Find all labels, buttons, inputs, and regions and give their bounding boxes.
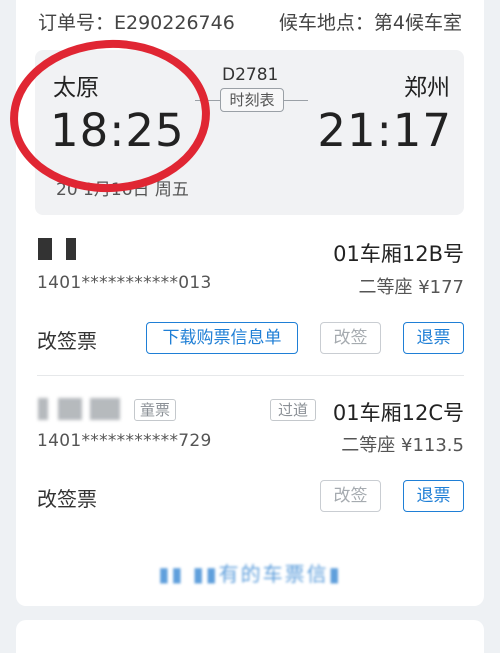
aisle-tag: 过道 (270, 399, 316, 421)
more-tickets-link[interactable]: ▮▮ ▮▮有的车票信▮ (0, 558, 500, 587)
train-number: D2781 (222, 65, 279, 85)
schedule-button[interactable]: 时刻表 (220, 88, 284, 112)
refund-button[interactable]: 退票 (403, 322, 464, 354)
refund-button[interactable]: 退票 (403, 480, 464, 512)
seat-class-price: 二等座 ¥113.5 (341, 435, 464, 456)
passenger-name-redacted (38, 398, 48, 420)
passenger-name-redacted (66, 238, 76, 260)
change-ticket-button[interactable]: 改签 (320, 480, 381, 512)
change-ticket-button[interactable]: 改签 (320, 322, 381, 354)
passenger-name-redacted (58, 398, 82, 420)
arrival-city: 郑州 (404, 75, 450, 101)
download-ticket-info-button[interactable]: 下载购票信息单 (146, 322, 298, 354)
id-number: 1401***********013 (37, 273, 212, 293)
waiting-room: 候车地点：第4候车室 (278, 12, 462, 34)
passenger-name-redacted (90, 398, 120, 420)
seat-class-price: 二等座 ¥177 (358, 277, 464, 298)
arrival-time: 21:17 (317, 104, 452, 157)
divider (37, 375, 464, 376)
ticket-status: 改签票 (37, 329, 97, 353)
id-number: 1401***********729 (37, 431, 212, 451)
coach-seat: 01车厢12B号 (333, 242, 464, 266)
child-ticket-tag: 童票 (134, 399, 176, 421)
passenger-name-redacted (38, 238, 52, 260)
coach-seat: 01车厢12C号 (332, 401, 464, 425)
next-card (16, 620, 484, 653)
route-line-right (284, 100, 308, 101)
ticket-status: 改签票 (37, 487, 97, 511)
order-number: 订单号：E290226746 (38, 12, 235, 34)
